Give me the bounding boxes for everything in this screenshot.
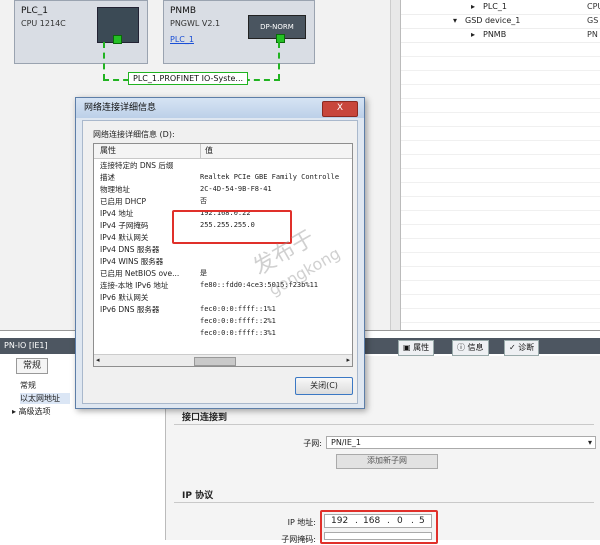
- property-cell: IPv4 子网掩码: [100, 221, 149, 230]
- property-cell: IPv4 WINS 服务器: [100, 257, 164, 266]
- header-property[interactable]: 属性: [100, 144, 116, 158]
- property-cell: 已启用 NetBIOS ove...: [100, 269, 180, 278]
- list-item[interactable]: IPv6 默认网关: [94, 292, 352, 303]
- tab-info[interactable]: ⓘ 信息: [452, 340, 489, 356]
- diagnostics-icon: ✓: [509, 343, 516, 352]
- value-cell: 2C-4D-54-9B-F8-41: [200, 185, 272, 193]
- section-ip-protocol: IP 协议: [182, 491, 214, 501]
- add-subnet-button[interactable]: 添加新子网: [336, 454, 438, 469]
- property-cell: 已启用 DHCP: [100, 197, 147, 206]
- tree-label: PLC_1: [483, 2, 507, 11]
- property-cell: IPv6 默认网关: [100, 293, 149, 302]
- property-cell: IPv4 DNS 服务器: [100, 245, 160, 254]
- property-cell: 连接-本地 IPv6 地址: [100, 281, 169, 290]
- property-cell: 描述: [100, 173, 115, 182]
- value-cell: fec0:0:0:ffff::3%1: [200, 329, 276, 337]
- plc-device[interactable]: PLC_1 CPU 1214C: [14, 0, 148, 64]
- properties-icon: ▣: [403, 343, 411, 352]
- property-cell: 连接特定的 DNS 后缀: [100, 161, 174, 170]
- highlight-ip-box: [320, 510, 438, 544]
- plc-cpu: CPU 1214C: [21, 19, 66, 28]
- property-cell: IPv4 地址: [100, 209, 134, 218]
- value-cell: 否: [200, 197, 207, 205]
- ip-address-label: IP 地址:: [287, 518, 316, 527]
- subnet-value: PN/IE_1: [331, 438, 362, 447]
- nav-general[interactable]: 常规: [20, 380, 36, 391]
- expand-arrow-icon[interactable]: ▸: [471, 28, 475, 42]
- tree-col2: GS: [587, 16, 599, 25]
- dialog-title: 网络连接详细信息: [84, 103, 157, 113]
- subnet-select[interactable]: PN/IE_1 ▾: [326, 436, 596, 449]
- netview-scrollbar[interactable]: [390, 0, 400, 330]
- property-cell: IPv4 默认网关: [100, 233, 149, 242]
- tree-row-pnmb[interactable]: ▸ PNMB PN: [401, 28, 600, 43]
- info-icon: ⓘ: [457, 343, 465, 352]
- list-item[interactable]: IPv6 DNS 服务器 fec0:0:0:ffff::1%1: [94, 304, 352, 315]
- pnmb-name: PNMB: [170, 6, 197, 16]
- expand-arrow-icon: ▸: [12, 407, 17, 416]
- value-cell: Realtek PCIe GBE Family Controlle: [200, 173, 340, 181]
- pnmb-device[interactable]: PNMB PNGWL V2.1 PLC_1 DP-NORM: [163, 0, 315, 64]
- scroll-left-icon[interactable]: ◂: [96, 355, 100, 366]
- section-divider: [174, 502, 594, 503]
- tree-label: PNMB: [483, 30, 507, 39]
- details-caption: 网络连接详细信息 (D):: [93, 130, 175, 139]
- close-icon: X: [336, 103, 344, 113]
- pnio-title: PN-IO [IE1]: [4, 341, 48, 350]
- list-item[interactable]: 已启用 DHCP 否: [94, 196, 352, 207]
- tree-row-plc[interactable]: ▸ PLC_1 CPU: [401, 0, 600, 15]
- value-cell: fec0:0:0:ffff::1%1: [200, 305, 276, 313]
- tab-label: 属性: [413, 343, 430, 352]
- tree-label: GSD device_1: [465, 16, 521, 25]
- tab-label: 信息: [467, 343, 484, 352]
- bus-line-left: [103, 42, 105, 80]
- nav-label: 高级选项: [18, 407, 51, 416]
- scroll-right-icon[interactable]: ▸: [346, 355, 350, 366]
- scroll-thumb[interactable]: [194, 357, 236, 366]
- list-header: 属性 值: [94, 144, 352, 159]
- list-item[interactable]: fec0:0:0:ffff::2%1: [94, 316, 352, 327]
- tree-col2: CPU: [587, 2, 600, 11]
- property-cell: IPv6 DNS 服务器: [100, 305, 160, 314]
- plc-port-icon[interactable]: [113, 35, 122, 44]
- expand-arrow-icon[interactable]: ▸: [471, 0, 475, 14]
- header-value[interactable]: 值: [200, 144, 213, 158]
- bus-line-right: [278, 42, 280, 80]
- value-cell: 是: [200, 269, 207, 277]
- list-item[interactable]: 连接特定的 DNS 后缀: [94, 160, 352, 171]
- tree-row-gsd[interactable]: ▾ GSD device_1 GS: [401, 14, 600, 29]
- list-item[interactable]: fec0:0:0:ffff::3%1: [94, 328, 352, 339]
- dialog-close-button[interactable]: X: [322, 101, 358, 117]
- list-item[interactable]: 物理地址 2C-4D-54-9B-F8-41: [94, 184, 352, 195]
- section-interface-connected: 接口连接到: [182, 413, 228, 423]
- nav-ethernet-address[interactable]: 以太网地址: [20, 393, 70, 404]
- profinet-bus-label[interactable]: PLC_1.PROFINET IO-Syste...: [128, 72, 249, 85]
- collapse-arrow-icon[interactable]: ▾: [453, 14, 457, 28]
- dialog-title-bar[interactable]: 网络连接详细信息: [76, 98, 364, 118]
- tree-col2: PN: [587, 30, 598, 39]
- nav-advanced-options[interactable]: ▸ 高级选项: [12, 406, 51, 417]
- tab-label: 诊断: [518, 343, 535, 352]
- list-item[interactable]: 连接-本地 IPv6 地址 fe80::fdd0:4ce3:5015:f23b%1…: [94, 280, 352, 291]
- chevron-down-icon: ▾: [587, 438, 592, 447]
- pnmb-model: PNGWL V2.1: [170, 19, 221, 28]
- close-button[interactable]: 关闭(C): [295, 377, 353, 395]
- list-item[interactable]: 描述 Realtek PCIe GBE Family Controlle: [94, 172, 352, 183]
- tab-general[interactable]: 常规: [16, 358, 49, 374]
- property-cell: 物理地址: [100, 185, 130, 194]
- tab-properties[interactable]: ▣ 属性: [398, 340, 435, 356]
- value-cell: fec0:0:0:ffff::2%1: [200, 317, 276, 325]
- tree-empty-rows: [401, 43, 600, 330]
- list-horizontal-scrollbar[interactable]: ◂ ▸: [94, 354, 352, 366]
- pnmb-plc-link[interactable]: PLC_1: [170, 35, 194, 44]
- device-tree-panel: ▸ PLC_1 CPU ▾ GSD device_1 GS ▸ PNMB PN: [401, 0, 600, 330]
- section-divider: [174, 424, 594, 425]
- tab-diagnostics[interactable]: ✓ 诊断: [504, 340, 540, 356]
- subnet-label: 子网:: [303, 439, 322, 448]
- plc-name: PLC_1: [21, 6, 48, 16]
